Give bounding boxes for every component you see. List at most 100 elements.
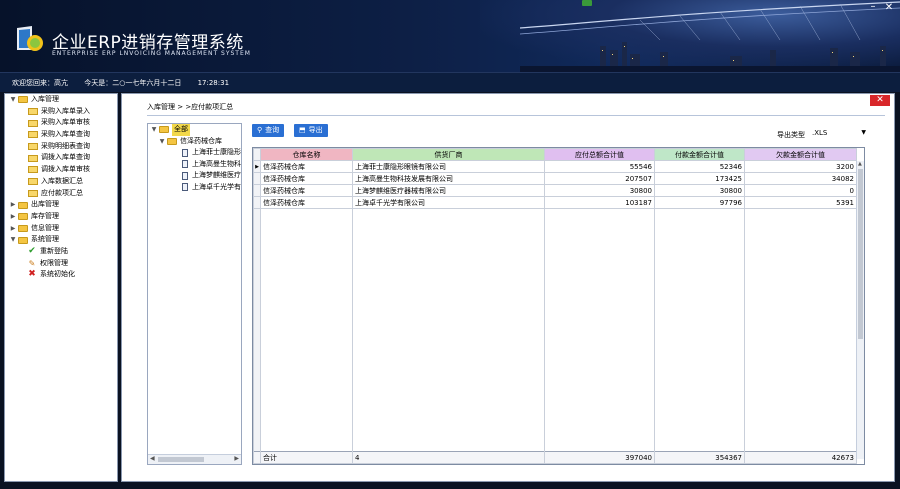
nav-group-system[interactable]: ▼ 系统管理 — [5, 234, 117, 246]
app-subtitle: ENTERPRISE ERP LNVOICING MANAGEMENT SYST… — [52, 50, 251, 57]
cell-supplier[interactable]: 上海卓千光学有限公司 — [352, 196, 545, 209]
tree-supplier[interactable]: 上海菲士康隐形 — [148, 147, 241, 159]
nav-item-permissions[interactable]: ✎ 权限管理 — [5, 258, 117, 270]
tree-warehouse-label: 信泽药械仓库 — [180, 136, 222, 145]
scroll-left-icon[interactable]: ◀ — [150, 455, 155, 462]
cell-warehouse[interactable]: 信泽药械仓库 — [260, 184, 353, 197]
cell-owed-total[interactable]: 34082 — [744, 172, 857, 185]
folder-icon — [28, 119, 38, 127]
row-header — [253, 208, 261, 452]
cell-supplier[interactable]: 上海高曼生物科技发展有限公司 — [352, 172, 545, 185]
export-icon: ⬒ — [299, 126, 306, 134]
tree-root-label[interactable]: 全部 — [172, 124, 190, 136]
nav-item-label: 应付款项汇总 — [41, 188, 83, 197]
cell-supplier[interactable]: 上海梦麒维医疗器械有限公司 — [352, 184, 545, 197]
expand-icon[interactable]: ▶ — [9, 223, 17, 235]
tree-root[interactable]: ▼ 全部 — [148, 124, 241, 136]
document-icon — [182, 171, 188, 180]
scroll-up-icon[interactable]: ▲ — [858, 161, 862, 167]
nav-group-outbound[interactable]: ▶ 出库管理 — [5, 199, 117, 211]
nav-item-relogin[interactable]: ✔ 重新登陆 — [5, 246, 117, 258]
folder-icon — [28, 154, 38, 162]
cell-paid-total[interactable]: 30800 — [654, 184, 745, 197]
nav-item-payables-summary[interactable]: 应付款项汇总 — [5, 188, 117, 200]
scroll-thumb[interactable] — [858, 169, 863, 339]
folder-icon — [18, 213, 28, 221]
nav-item-purchase-entry[interactable]: 采购入库单录入 — [5, 106, 117, 118]
tree-supplier[interactable]: 上海卓千光学有 — [148, 182, 241, 194]
cell-paid-total[interactable]: 97796 — [654, 196, 745, 209]
column-header[interactable]: 供货厂商 — [352, 148, 545, 161]
row-header — [253, 196, 261, 209]
tree-warehouse[interactable]: ▼ 信泽药械仓库 — [148, 136, 241, 148]
nav-item-label: 采购入库单查询 — [41, 130, 90, 139]
nav-group-inventory[interactable]: ▶ 库存管理 — [5, 211, 117, 223]
export-button-label: 导出 — [308, 126, 323, 134]
cell-warehouse[interactable]: 信泽药械仓库 — [260, 160, 353, 173]
cell-payable-total[interactable]: 103187 — [544, 196, 655, 209]
query-button[interactable]: ⚲ 查询 — [252, 124, 285, 137]
collapse-icon[interactable]: ▼ — [158, 136, 166, 148]
bridge-skyline-image — [520, 1, 900, 72]
scroll-right-icon[interactable]: ▶ — [234, 455, 239, 462]
cell-paid-total[interactable]: 52346 — [654, 160, 745, 173]
collapse-icon[interactable]: ▼ — [9, 234, 17, 246]
export-type-select[interactable]: .XLS ▼ — [812, 127, 866, 139]
cell-owed-total[interactable]: 5391 — [744, 196, 857, 209]
folder-icon — [18, 96, 28, 104]
chevron-down-icon[interactable]: ▼ — [861, 127, 866, 139]
nav-item-transfer-query[interactable]: 调拨入库单查询 — [5, 152, 117, 164]
grid-vertical-scrollbar[interactable]: ▲ — [856, 161, 864, 459]
tree-supplier[interactable]: 上海高曼生物科 — [148, 159, 241, 171]
cell-owed-total[interactable]: 0 — [744, 184, 857, 197]
nav-item-label: 重新登陆 — [40, 246, 68, 255]
empty-cell — [544, 208, 655, 452]
nav-item-label: 调拨入库单审核 — [41, 165, 90, 174]
folder-icon — [28, 166, 38, 174]
cell-paid-total[interactable]: 173425 — [654, 172, 745, 185]
minimize-icon[interactable]: – — [866, 2, 880, 14]
row-header — [253, 451, 261, 464]
column-header[interactable]: 欠款金额合计值 — [744, 148, 857, 161]
table-row[interactable]: 信泽药械仓库 上海高曼生物科技发展有限公司 207507 173425 3408… — [253, 172, 857, 185]
nav-item-purchase-review[interactable]: 采购入库单审核 — [5, 117, 117, 129]
document-icon — [182, 183, 188, 192]
tree-supplier[interactable]: 上海梦麒维医疗 — [148, 170, 241, 182]
collapse-icon[interactable]: ▼ — [9, 94, 17, 106]
cell-warehouse[interactable]: 信泽药械仓库 — [260, 172, 353, 185]
export-button[interactable]: ⬒ 导出 — [294, 124, 328, 137]
column-header[interactable]: 仓库名称 — [260, 148, 353, 161]
table-row[interactable]: 信泽药械仓库 上海卓千光学有限公司 103187 97796 5391 — [253, 196, 857, 209]
expand-icon[interactable]: ▶ — [9, 199, 17, 211]
cell-payable-total[interactable]: 55546 — [544, 160, 655, 173]
cell-owed-total[interactable]: 3200 — [744, 160, 857, 173]
status-bar: 欢迎您回来：高亢 今天是：二○一七年六月十二日 17:28:31 — [0, 72, 900, 92]
expand-icon[interactable]: ▶ — [9, 211, 17, 223]
tree-horizontal-scrollbar[interactable]: ◀ ▶ — [148, 454, 241, 464]
nav-item-transfer-review[interactable]: 调拨入库单审核 — [5, 164, 117, 176]
panel-close-button[interactable]: ✕ — [870, 95, 890, 106]
window-close-icon[interactable]: ✕ — [882, 2, 896, 14]
nav-item-purchase-detail[interactable]: 采购明细表查询 — [5, 141, 117, 153]
row-header — [253, 172, 261, 185]
nav-item-label: 采购明细表查询 — [41, 141, 90, 150]
column-header[interactable]: 付款金额合计值 — [654, 148, 745, 161]
cell-payable-total[interactable]: 207507 — [544, 172, 655, 185]
supplier-tree: ▼ 全部 ▼ 信泽药械仓库 上海菲士康隐形 上海高曼生物科 上海梦麒维医疗 上海… — [147, 123, 242, 465]
nav-item-system-init[interactable]: ✖ 系统初始化 — [5, 269, 117, 281]
nav-item-purchase-query[interactable]: 采购入库单查询 — [5, 129, 117, 141]
cell-supplier[interactable]: 上海菲士康隐形眼镜有限公司 — [352, 160, 545, 173]
tree-supplier-label: 上海梦麒维医疗 — [192, 171, 241, 179]
table-row[interactable]: ▶ 信泽药械仓库 上海菲士康隐形眼镜有限公司 55546 52346 3200 — [253, 160, 857, 173]
network-status-icon — [582, 0, 592, 6]
cell-payable-total[interactable]: 30800 — [544, 184, 655, 197]
total-paid: 354367 — [654, 451, 745, 464]
column-header[interactable]: 应付总额合计值 — [544, 148, 655, 161]
nav-group-info[interactable]: ▶ 信息管理 — [5, 223, 117, 235]
table-row[interactable]: 信泽药械仓库 上海梦麒维医疗器械有限公司 30800 30800 0 — [253, 184, 857, 197]
collapse-icon[interactable]: ▼ — [150, 124, 158, 136]
cell-warehouse[interactable]: 信泽药械仓库 — [260, 196, 353, 209]
nav-item-inbound-summary[interactable]: 入库数据汇总 — [5, 176, 117, 188]
scroll-thumb[interactable] — [158, 457, 204, 462]
nav-group-inbound[interactable]: ▼ 入库管理 — [5, 94, 117, 106]
